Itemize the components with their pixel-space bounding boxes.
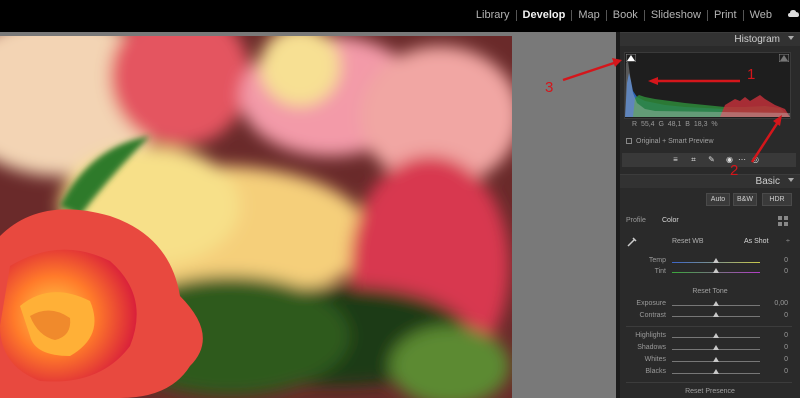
annotation-3: 3 [545, 79, 554, 96]
annotation-arrows [562, 58, 782, 163]
annotation-1: 1 [747, 66, 756, 83]
annotation-2: 2 [730, 162, 739, 179]
